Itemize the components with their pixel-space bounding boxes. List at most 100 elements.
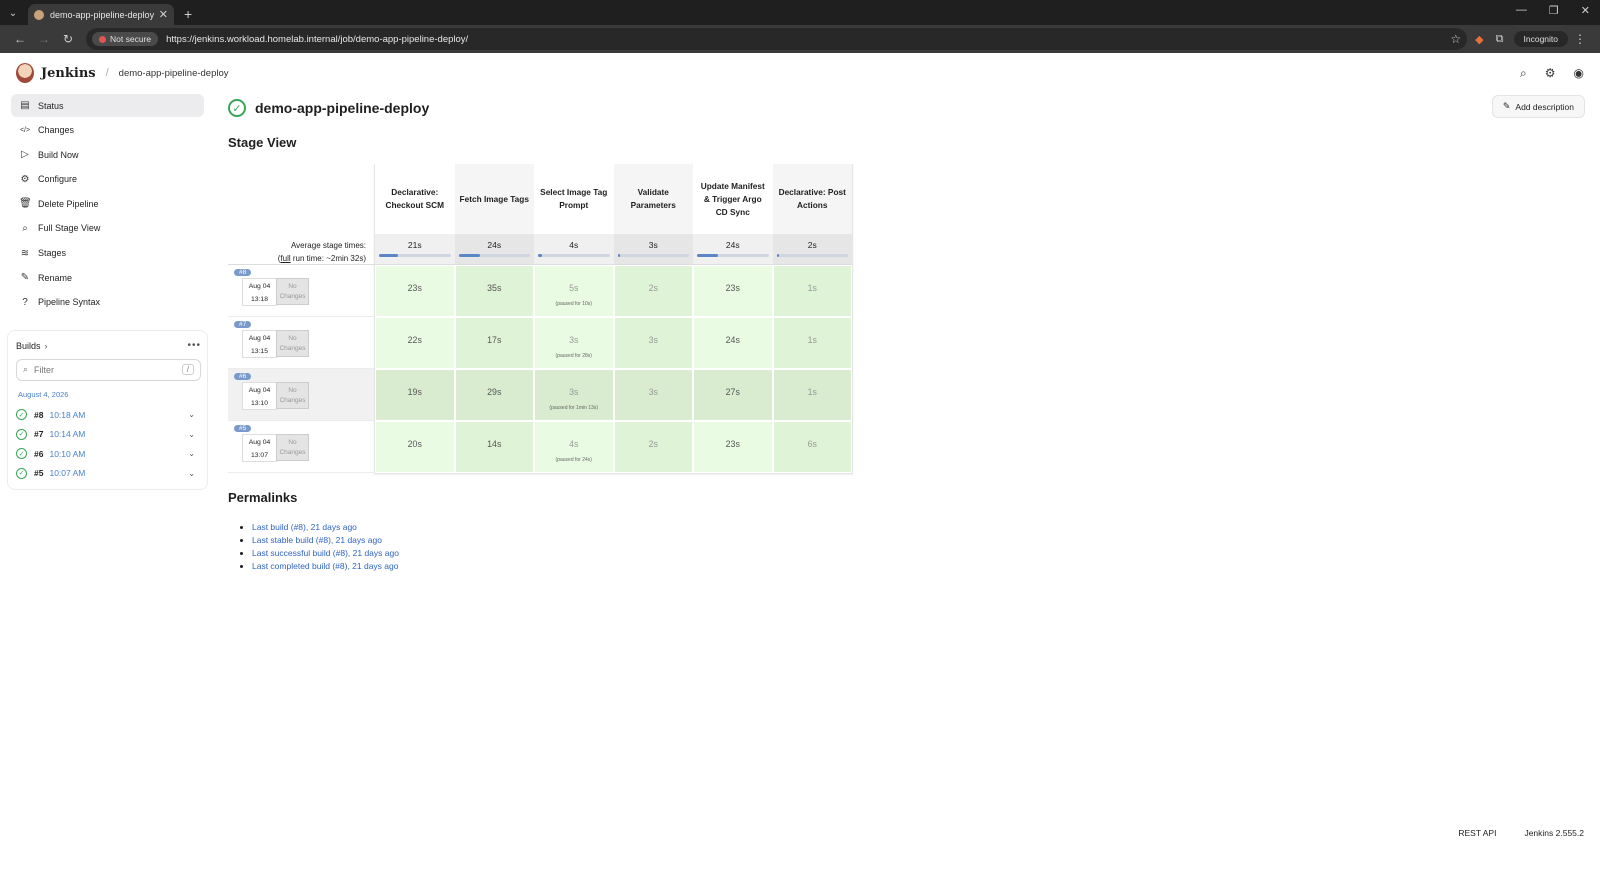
- sidebar-item-status[interactable]: ▤ Status: [11, 94, 204, 117]
- bookmark-star-icon[interactable]: ☆: [1450, 32, 1461, 46]
- url-text[interactable]: https://jenkins.workload.homelab.interna…: [166, 34, 1450, 45]
- stage-cell[interactable]: 2s: [613, 265, 693, 317]
- manage-gear-icon[interactable]: ⚙: [1545, 66, 1556, 81]
- stage-cell[interactable]: 3s (paused for 28s): [534, 317, 614, 369]
- build-row[interactable]: ✓ #7 10:14 AM ⌄: [16, 424, 201, 444]
- tab-search-icon[interactable]: ⌄: [4, 4, 22, 22]
- rest-api-link[interactable]: REST API: [1458, 828, 1496, 838]
- stage-cell[interactable]: 6s: [772, 421, 852, 473]
- stage-cell[interactable]: 22s: [375, 317, 455, 369]
- reload-icon[interactable]: ↻: [56, 32, 80, 46]
- permalink-link[interactable]: Last build (#8), 21 days ago: [252, 522, 357, 532]
- extensions-puzzle-icon[interactable]: ⧉: [1496, 33, 1504, 46]
- sidebar-item-build-now[interactable]: ▷ Build Now: [11, 143, 204, 166]
- search-icon[interactable]: ⌕: [1520, 66, 1527, 81]
- build-row[interactable]: ✓ #5 10:07 AM ⌄: [16, 464, 201, 484]
- run-badge[interactable]: #8: [234, 269, 252, 276]
- restore-icon[interactable]: ❐: [1549, 4, 1559, 17]
- omnibox[interactable]: Not secure https://jenkins.workload.home…: [86, 28, 1468, 50]
- address-bar: ← → ↻ Not secure https://jenkins.workloa…: [0, 25, 1600, 53]
- browser-tab[interactable]: demo-app-pipeline-deploy - Je ✕: [28, 4, 174, 25]
- stage-cell[interactable]: 27s: [693, 369, 773, 421]
- build-number[interactable]: #5: [34, 468, 43, 478]
- new-tab-icon[interactable]: +: [184, 6, 192, 22]
- stage-cell[interactable]: 2s: [613, 421, 693, 473]
- paused-note: (paused for 24s): [555, 457, 592, 463]
- run-badge[interactable]: #7: [234, 321, 252, 328]
- builds-filter-input[interactable]: ⌕ Filter /: [16, 358, 201, 381]
- chevron-down-icon[interactable]: ⌄: [188, 469, 195, 478]
- stage-cell[interactable]: 14s: [454, 421, 534, 473]
- run-badge[interactable]: #6: [234, 373, 252, 380]
- sidebar-item-rename[interactable]: ✎ Rename: [11, 266, 204, 289]
- stage-cell[interactable]: 17s: [454, 317, 534, 369]
- stage-cell[interactable]: 35s: [454, 265, 534, 317]
- stage-cell[interactable]: 3s: [613, 317, 693, 369]
- stage-cell[interactable]: 4s (paused for 24s): [534, 421, 614, 473]
- stage-cell[interactable]: 3s (paused for 1min 13s): [534, 369, 614, 421]
- permalink-link[interactable]: Last completed build (#8), 21 days ago: [252, 561, 398, 571]
- build-time[interactable]: 10:07 AM: [49, 468, 85, 478]
- run-label: #8 Aug 04 13:18 No Changes: [228, 265, 374, 317]
- minimize-icon[interactable]: —: [1516, 4, 1527, 17]
- add-description-button[interactable]: ✎ Add description: [1491, 95, 1585, 118]
- stage-cell[interactable]: 24s: [693, 317, 773, 369]
- build-time[interactable]: 10:18 AM: [49, 410, 85, 420]
- sidebar-item-delete-pipeline[interactable]: 🗑 Delete Pipeline: [11, 192, 204, 215]
- sidebar-item-pipeline-syntax[interactable]: ? Pipeline Syntax: [11, 291, 204, 314]
- build-time[interactable]: 10:10 AM: [49, 449, 85, 459]
- build-number[interactable]: #6: [34, 449, 43, 459]
- permalink-link[interactable]: Last successful build (#8), 21 days ago: [252, 548, 399, 558]
- sidebar-item-full-stage-view[interactable]: ⌕ Full Stage View: [11, 217, 204, 240]
- build-row[interactable]: ✓ #8 10:18 AM ⌄: [16, 405, 201, 425]
- permalink-link[interactable]: Last stable build (#8), 21 days ago: [252, 535, 382, 545]
- pencil-icon: ✎: [20, 272, 30, 284]
- back-icon[interactable]: ←: [8, 32, 32, 46]
- user-account-icon[interactable]: ◉: [1574, 66, 1584, 81]
- chevron-right-icon[interactable]: ›: [45, 341, 48, 351]
- not-secure-badge[interactable]: Not secure: [92, 32, 159, 46]
- sidebar-item-changes[interactable]: </> Changes: [11, 119, 204, 142]
- stage-cell[interactable]: 1s: [772, 317, 852, 369]
- stage-cell[interactable]: 23s: [375, 265, 455, 317]
- chevron-down-icon[interactable]: ⌄: [188, 430, 195, 439]
- chevron-down-icon[interactable]: ⌄: [188, 449, 195, 458]
- stage-cell[interactable]: 1s: [772, 369, 852, 421]
- jenkins-version-link[interactable]: Jenkins 2.555.2: [1524, 828, 1584, 838]
- brand-name[interactable]: Jenkins: [41, 66, 96, 81]
- run-changes: No Changes: [276, 330, 309, 357]
- more-options-icon[interactable]: •••: [187, 340, 201, 351]
- sidebar-item-configure[interactable]: ⚙ Configure: [11, 168, 204, 191]
- extension-icon[interactable]: ◆: [1475, 33, 1483, 46]
- full-run-time-link[interactable]: full: [280, 254, 290, 263]
- build-number[interactable]: #8: [34, 410, 43, 420]
- stage-cell[interactable]: 1s: [772, 265, 852, 317]
- browser-menu-icon[interactable]: ⋮: [1568, 32, 1592, 46]
- build-time[interactable]: 10:14 AM: [49, 429, 85, 439]
- builds-title[interactable]: Builds: [16, 341, 41, 351]
- stage-cell[interactable]: 29s: [454, 369, 534, 421]
- close-window-icon[interactable]: ✕: [1581, 4, 1590, 17]
- incognito-badge[interactable]: Incognito: [1513, 31, 1568, 47]
- stage-cell[interactable]: 20s: [375, 421, 455, 473]
- run-badge[interactable]: #5: [234, 425, 252, 432]
- close-tab-icon[interactable]: ✕: [159, 8, 168, 21]
- status-icon: ▤: [20, 100, 30, 111]
- build-row[interactable]: ✓ #6 10:10 AM ⌄: [16, 444, 201, 464]
- play-icon: ▷: [21, 149, 29, 161]
- run-date: Aug 04 13:07: [242, 434, 277, 462]
- breadcrumb[interactable]: demo-app-pipeline-deploy: [119, 68, 229, 79]
- stage-cell[interactable]: 23s: [693, 421, 773, 473]
- stage-cell[interactable]: 5s (paused for 10s): [534, 265, 614, 317]
- run-label: #6 Aug 04 13:10 No Changes: [228, 369, 374, 421]
- sidebar-item-stages[interactable]: ≋ Stages: [11, 242, 204, 265]
- forward-icon[interactable]: →: [32, 32, 56, 46]
- jenkins-logo-icon[interactable]: [16, 63, 34, 83]
- stage-cell[interactable]: 3s: [613, 369, 693, 421]
- stage-cell[interactable]: 19s: [375, 369, 455, 421]
- run-date: Aug 04 13:18: [242, 278, 277, 306]
- build-number[interactable]: #7: [34, 429, 43, 439]
- stage-cell[interactable]: 23s: [693, 265, 773, 317]
- search-icon: ⌕: [22, 222, 28, 234]
- chevron-down-icon[interactable]: ⌄: [188, 410, 195, 419]
